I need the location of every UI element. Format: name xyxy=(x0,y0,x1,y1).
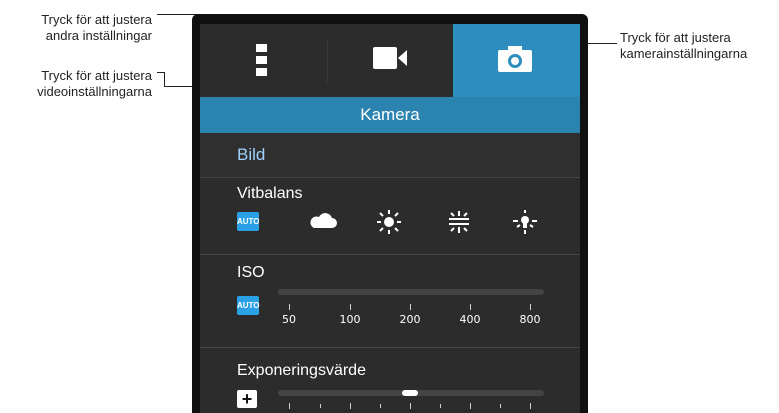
iso-tick-label: 200 xyxy=(399,313,421,326)
iso-tick-label: 800 xyxy=(519,313,541,326)
iso-tick-label: 100 xyxy=(339,313,361,326)
iso-tick xyxy=(530,304,531,310)
exposure-tick xyxy=(410,403,411,409)
camera-section-header: Kamera xyxy=(200,97,580,133)
callout-camera-settings-line2: kamerainställningarna xyxy=(620,46,748,61)
iso-setting: ISO AUTO 50 100 200 400 800 xyxy=(200,255,580,348)
iso-auto-button[interactable]: AUTO xyxy=(237,296,260,315)
tab-camera-settings[interactable] xyxy=(453,24,580,97)
image-subsection: Bild xyxy=(200,133,580,178)
exposure-tick xyxy=(289,403,290,409)
iso-tick xyxy=(470,304,471,310)
white-balance-setting: Vitbalans AUTO xyxy=(200,178,580,255)
callout-other-settings-line1: Tryck för att justera xyxy=(41,12,152,27)
iso-tick xyxy=(410,304,411,310)
exposure-tick xyxy=(470,403,471,409)
exposure-title: Exponeringsvärde xyxy=(237,362,366,379)
callout-video-settings: Tryck för att justera videoinställningar… xyxy=(10,68,152,100)
callout-video-settings-line2: videoinställningarna xyxy=(37,84,152,99)
callout-other-settings-line2: andra inställningar xyxy=(45,28,152,43)
iso-slider-track[interactable] xyxy=(278,289,544,295)
exposure-minor-tick xyxy=(380,404,381,408)
exposure-minor-tick xyxy=(500,404,501,408)
image-subsection-label: Bild xyxy=(237,145,266,164)
camera-settings-screen: Kamera Bild Vitbalans AUTO ISO AUTO 50 1… xyxy=(200,24,580,413)
white-balance-title: Vitbalans xyxy=(237,185,303,202)
iso-tick xyxy=(350,304,351,310)
exposure-tick xyxy=(350,403,351,409)
settings-tab-bar xyxy=(200,24,580,97)
vertical-bars-icon xyxy=(256,44,267,76)
callout-camera-settings: Tryck för att justera kamerainställninga… xyxy=(620,30,779,62)
exposure-plus-button[interactable]: + xyxy=(237,390,257,408)
iso-tick xyxy=(289,304,290,310)
phone-frame: Kamera Bild Vitbalans AUTO ISO AUTO 50 1… xyxy=(192,14,588,413)
callout-camera-settings-line1: Tryck för att justera xyxy=(620,30,731,45)
callout-other-settings: Tryck för att justera andra inställninga… xyxy=(10,12,152,44)
callout-video-settings-line1: Tryck för att justera xyxy=(41,68,152,83)
exposure-minor-tick xyxy=(440,404,441,408)
cloud-icon[interactable] xyxy=(308,209,338,233)
camera-icon xyxy=(498,46,532,72)
video-camera-icon xyxy=(373,47,407,69)
iso-title: ISO xyxy=(237,264,265,281)
incandescent-icon[interactable] xyxy=(510,209,540,235)
white-balance-auto-button[interactable]: AUTO xyxy=(237,212,260,231)
iso-tick-label: 400 xyxy=(459,313,481,326)
tab-video-settings[interactable] xyxy=(327,24,453,97)
fluorescent-icon[interactable] xyxy=(444,209,474,235)
exposure-tick xyxy=(530,403,531,409)
exposure-minor-tick xyxy=(320,404,321,408)
sun-icon[interactable] xyxy=(374,209,404,235)
tab-more-settings[interactable] xyxy=(200,24,327,97)
iso-tick-label: 50 xyxy=(282,313,296,326)
exposure-slider-thumb[interactable] xyxy=(402,390,418,396)
exposure-setting: Exponeringsvärde + -2 -1 0 +1 +2 xyxy=(200,348,580,413)
